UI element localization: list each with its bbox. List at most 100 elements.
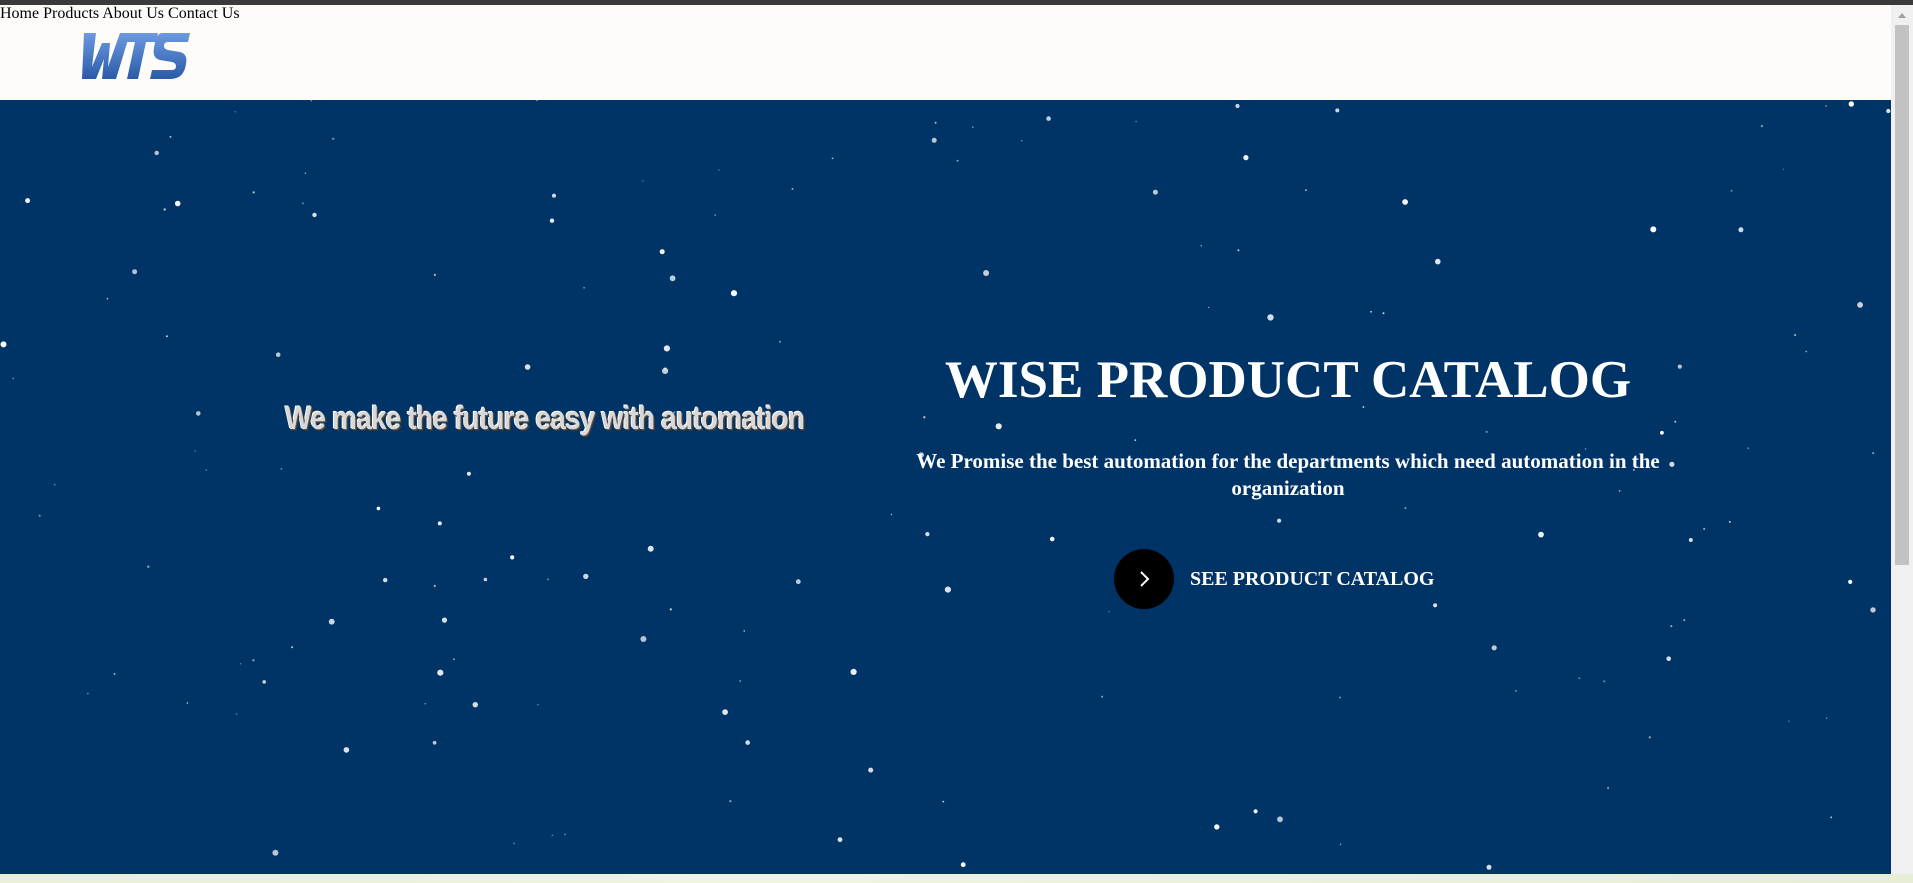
star <box>1826 717 1828 719</box>
star <box>87 692 89 695</box>
star <box>1237 249 1240 252</box>
star <box>275 352 281 357</box>
nav-contact-us-link[interactable]: Contact Us <box>168 5 240 22</box>
star <box>1703 527 1706 530</box>
star <box>1108 610 1110 613</box>
company-logo[interactable] <box>76 29 191 83</box>
hero-title: WISE PRODUCT CATALOG <box>944 351 1632 409</box>
star <box>1152 189 1158 195</box>
star <box>272 849 279 856</box>
star <box>583 573 589 580</box>
star <box>1788 720 1790 722</box>
star <box>38 514 41 517</box>
star <box>376 506 381 511</box>
star <box>1794 334 1797 336</box>
star <box>1267 314 1274 321</box>
star <box>25 198 31 204</box>
star <box>1049 536 1055 542</box>
star <box>1650 226 1657 233</box>
star <box>262 680 267 684</box>
star <box>453 658 455 660</box>
star <box>483 577 488 582</box>
star <box>779 340 781 343</box>
star <box>1728 520 1731 523</box>
star <box>1101 695 1104 698</box>
star <box>1688 538 1693 542</box>
star <box>640 636 647 642</box>
star <box>535 100 538 101</box>
star <box>972 126 974 128</box>
star <box>1670 625 1673 628</box>
star <box>1870 607 1876 613</box>
hero-tagline: We make the future easy with automation <box>285 400 805 436</box>
star <box>343 747 350 753</box>
star <box>1848 579 1853 584</box>
scroll-up-arrow-icon[interactable] <box>1891 5 1913 25</box>
star <box>163 208 166 211</box>
star <box>1805 350 1808 353</box>
star <box>647 545 654 552</box>
star <box>472 702 478 708</box>
star <box>0 341 7 348</box>
star <box>1335 108 1340 113</box>
star <box>312 212 317 218</box>
star <box>730 290 738 297</box>
star <box>252 659 255 662</box>
star <box>1485 430 1488 433</box>
star <box>944 586 952 593</box>
star <box>1208 306 1210 308</box>
scrollbar-thumb[interactable] <box>1895 25 1909 565</box>
star <box>1404 507 1407 510</box>
star <box>956 159 959 162</box>
nav-home-link[interactable]: Home <box>0 5 39 22</box>
star <box>1683 619 1686 622</box>
star <box>1747 447 1750 450</box>
star <box>240 663 242 665</box>
star <box>1486 864 1492 870</box>
star <box>186 702 189 704</box>
star <box>433 584 436 588</box>
star <box>795 579 801 585</box>
star <box>1046 116 1051 121</box>
star <box>433 273 436 276</box>
star <box>934 121 937 124</box>
star <box>205 469 207 471</box>
star <box>383 577 388 583</box>
star <box>659 249 665 255</box>
chevron-right-icon <box>1140 571 1150 587</box>
star <box>729 800 732 803</box>
star <box>1243 155 1249 161</box>
star <box>174 200 181 207</box>
nav-about-us-link[interactable]: About Us <box>102 5 164 22</box>
star <box>551 834 553 837</box>
star <box>235 713 238 715</box>
star <box>1782 168 1784 170</box>
star <box>1666 656 1671 661</box>
star <box>1825 105 1827 107</box>
see-product-catalog-button[interactable]: SEE PRODUCT CATALOG <box>1114 549 1434 609</box>
star <box>1578 677 1581 680</box>
star <box>106 297 109 300</box>
nav-products-link[interactable]: Products <box>43 5 99 22</box>
star <box>1607 786 1610 790</box>
star <box>1514 689 1517 692</box>
vertical-scrollbar[interactable] <box>1891 5 1913 874</box>
cta-label[interactable]: SEE PRODUCT CATALOG <box>1190 568 1434 591</box>
star <box>537 704 539 706</box>
hero-section: We make the future easy with automation … <box>0 100 1891 874</box>
star <box>1648 736 1651 739</box>
star <box>868 767 874 773</box>
star <box>310 100 312 102</box>
star <box>1872 452 1875 455</box>
cta-circle[interactable] <box>1114 549 1174 609</box>
star <box>252 191 255 194</box>
star <box>332 137 335 140</box>
star <box>923 416 926 419</box>
star <box>1738 227 1744 233</box>
star <box>837 837 843 843</box>
star <box>1760 124 1764 128</box>
star <box>12 377 15 380</box>
star <box>113 673 116 675</box>
star <box>669 608 672 611</box>
star <box>280 468 283 470</box>
